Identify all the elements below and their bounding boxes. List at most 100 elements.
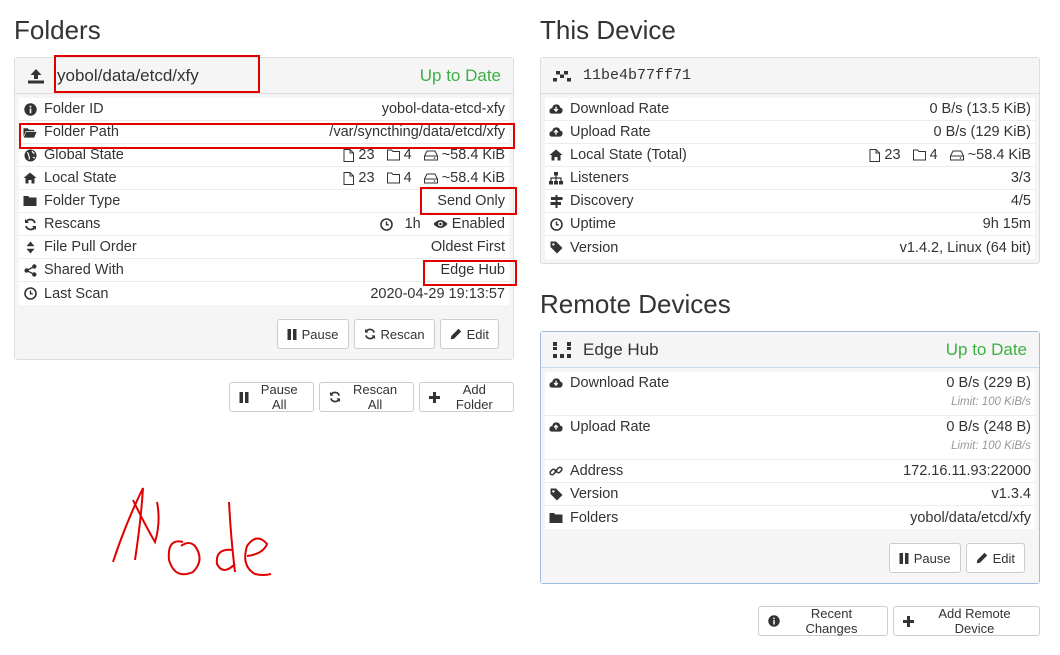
pull-order-label: File Pull Order xyxy=(44,239,137,255)
pull-order-value: Oldest First xyxy=(430,239,505,255)
clock-icon xyxy=(379,217,393,231)
add-folder-button[interactable]: Add Folder xyxy=(418,382,514,412)
info-icon xyxy=(768,615,780,627)
download-limit: Limit: 100 KiB/s xyxy=(951,396,1031,408)
remote-row-download: Download Rate 0 B/s (229 B) Limit: 100 Ki… xyxy=(545,372,1035,416)
plus-icon xyxy=(428,391,440,403)
remote-row-address: Address 172.16.11.93:22000 xyxy=(545,460,1035,483)
eye-icon xyxy=(433,219,448,229)
global-state-label: Global State xyxy=(44,147,124,163)
pencil-icon xyxy=(450,328,462,340)
plus-icon xyxy=(902,615,914,627)
cloud-download-icon xyxy=(549,376,563,390)
file-icon xyxy=(343,171,355,185)
sort-icon xyxy=(23,240,37,254)
folder-type-label: Folder Type xyxy=(44,193,121,209)
device-row-download: Download Rate 0 B/s (13.5 KiB) xyxy=(545,98,1035,121)
remote-edit-button[interactable]: Edit xyxy=(965,543,1025,573)
device-row-local-state: Local State (Total) 23 4 ~58.4 KiB xyxy=(545,144,1035,167)
folder-path-label: Folder Path xyxy=(44,124,119,140)
hdd-icon xyxy=(423,150,438,161)
folder-path-value: /var/syncthing/data/etcd/xfy xyxy=(329,124,505,140)
upload-icon xyxy=(27,68,49,84)
cloud-upload-icon xyxy=(549,125,563,139)
folder-row-last-scan: Last Scan 2020-04-29 19:13:57 xyxy=(19,282,509,305)
last-scan-value: 2020-04-29 19:13:57 xyxy=(370,285,505,302)
add-remote-device-button[interactable]: Add Remote Device xyxy=(892,606,1040,636)
remote-row-upload: Upload Rate 0 B/s (248 B) Limit: 100 KiB/… xyxy=(545,416,1035,460)
folder-row-id: Folder ID yobol-data-etcd-xfy xyxy=(19,98,509,121)
global-size: ~58.4 KiB xyxy=(441,147,505,163)
refresh-icon xyxy=(329,391,341,403)
folder-panel: yobol/data/etcd/xfy Up to Date Folder ID… xyxy=(14,57,514,360)
hdd-icon xyxy=(423,173,438,184)
this-device-header[interactable]: 11be4b77ff71 xyxy=(541,58,1039,94)
this-device-id: 11be4b77ff71 xyxy=(583,67,692,84)
folder-outline-icon xyxy=(912,149,926,161)
folder-pause-button[interactable]: Pause xyxy=(276,319,349,349)
clock-icon xyxy=(23,287,37,301)
pause-icon xyxy=(899,552,909,564)
tag-icon xyxy=(549,487,563,501)
shared-with-label: Shared With xyxy=(44,262,124,278)
file-icon xyxy=(343,148,355,162)
pause-all-button[interactable]: Pause All xyxy=(229,382,315,412)
folder-rescan-button[interactable]: Rescan xyxy=(353,319,435,349)
remote-device-name: Edge Hub xyxy=(583,339,659,359)
folder-id-label: Folder ID xyxy=(44,101,104,117)
folder-edit-button[interactable]: Edit xyxy=(439,319,499,349)
global-files-count: 23 xyxy=(358,147,375,163)
folder-row-local-state: Local State 23 4 ~58.4 KiB xyxy=(19,167,509,190)
rescan-all-button[interactable]: Rescan All xyxy=(319,382,414,412)
pause-icon xyxy=(287,328,297,340)
local-state-label: Local State xyxy=(44,170,117,186)
device-identicon xyxy=(553,341,575,358)
folder-status: Up to Date xyxy=(419,65,501,85)
signpost-icon xyxy=(549,194,563,208)
sitemap-icon xyxy=(549,171,563,185)
device-row-uptime: Uptime 9h 15m xyxy=(545,213,1035,236)
remote-device-panel: Edge Hub Up to Date Download Rate 0 B/s … xyxy=(540,331,1040,584)
remote-pause-button[interactable]: Pause xyxy=(888,543,961,573)
device-row-version: Version v1.4.2, Linux (64 bit) xyxy=(545,236,1035,259)
home-icon xyxy=(23,171,37,185)
discovery-value[interactable]: 4/5 xyxy=(1011,193,1031,209)
rescans-label: Rescans xyxy=(44,216,101,232)
folder-panel-header[interactable]: yobol/data/etcd/xfy Up to Date xyxy=(15,58,513,94)
local-size: ~58.4 KiB xyxy=(441,170,505,186)
info-icon xyxy=(23,102,37,116)
remote-row-version: Version v1.3.4 xyxy=(545,483,1035,506)
folder-outline-icon xyxy=(386,172,400,184)
remote-device-header[interactable]: Edge Hub Up to Date xyxy=(541,332,1039,368)
home-icon xyxy=(549,148,563,162)
device-row-listeners: Listeners 3/3 xyxy=(545,167,1035,190)
folders-heading: Folders xyxy=(14,15,101,45)
handwritten-node-annotation xyxy=(112,487,272,576)
folder-id-value: yobol-data-etcd-xfy xyxy=(381,101,505,117)
pencil-icon xyxy=(976,552,988,564)
folder-row-type: Folder Type Send Only xyxy=(19,190,509,213)
pause-icon xyxy=(239,391,249,403)
folder-row-shared-with: Shared With Edge Hub xyxy=(19,259,509,282)
globe-icon xyxy=(23,148,37,162)
link-icon xyxy=(549,464,563,478)
folder-outline-icon xyxy=(386,149,400,161)
remote-row-folders: Folders yobol/data/etcd/xfy xyxy=(545,506,1035,529)
device-identicon xyxy=(553,69,575,83)
last-scan-label: Last Scan xyxy=(44,285,109,302)
folder-row-path: Folder Path /var/syncthing/data/etcd/xfy xyxy=(19,121,509,144)
local-files-count: 23 xyxy=(358,170,375,186)
folder-icon xyxy=(549,511,563,525)
folder-row-pull-order: File Pull Order Oldest First xyxy=(19,236,509,259)
remote-devices-heading: Remote Devices xyxy=(540,289,731,319)
listeners-value[interactable]: 3/3 xyxy=(1011,170,1031,186)
hdd-icon xyxy=(949,150,964,161)
folder-title: yobol/data/etcd/xfy xyxy=(57,65,199,85)
shared-with-value[interactable]: Edge Hub xyxy=(441,262,506,278)
clock-icon xyxy=(549,217,563,231)
share-icon xyxy=(23,263,37,277)
remote-device-status: Up to Date xyxy=(945,339,1027,359)
recent-changes-button[interactable]: Recent Changes xyxy=(758,606,888,636)
this-device-panel: 11be4b77ff71 Download Rate 0 B/s (13.5 K… xyxy=(540,57,1040,264)
folder-row-global-state: Global State 23 4 ~58.4 KiB xyxy=(19,144,509,167)
